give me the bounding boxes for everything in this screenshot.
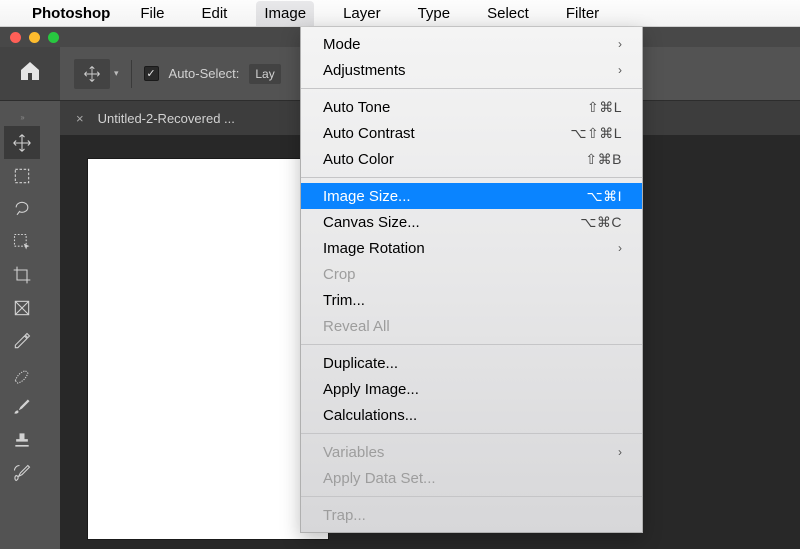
marquee-tool-icon[interactable] (4, 159, 40, 192)
submenu-arrow-icon: › (618, 241, 622, 255)
menu-item-crop: Crop (301, 261, 642, 287)
menu-item-adjustments[interactable]: Adjustments› (301, 57, 642, 83)
home-icon[interactable] (18, 59, 42, 88)
zoom-window-icon[interactable] (48, 32, 59, 43)
menu-item-apply-image[interactable]: Apply Image... (301, 376, 642, 402)
menu-separator (301, 344, 642, 345)
close-tab-icon[interactable]: × (76, 111, 84, 126)
menu-separator (301, 177, 642, 178)
menu-item-label: Auto Tone (323, 99, 587, 116)
document-tab[interactable]: × Untitled-2-Recovered ... (76, 111, 235, 126)
quick-select-tool-icon[interactable] (4, 225, 40, 258)
menu-item-label: Canvas Size... (323, 214, 580, 231)
menu-item-mode[interactable]: Mode› (301, 31, 642, 57)
menu-item-shortcut: ⌥⌘I (586, 188, 622, 205)
menu-item-apply-data-set: Apply Data Set... (301, 465, 642, 491)
menubar-item-edit[interactable]: Edit (194, 1, 236, 26)
menu-item-calculations[interactable]: Calculations... (301, 402, 642, 428)
close-window-icon[interactable] (10, 32, 21, 43)
tools-panel: ›› (0, 101, 44, 489)
menu-item-auto-tone[interactable]: Auto Tone⇧⌘L (301, 94, 642, 120)
submenu-arrow-icon: › (618, 63, 622, 77)
menu-item-label: Trap... (323, 507, 622, 524)
menu-item-auto-contrast[interactable]: Auto Contrast⌥⇧⌘L (301, 120, 642, 146)
lasso-tool-icon[interactable] (4, 192, 40, 225)
stamp-tool-icon[interactable] (4, 423, 40, 456)
menu-separator (301, 433, 642, 434)
brush-tool-icon[interactable] (4, 390, 40, 423)
menu-item-label: Apply Image... (323, 381, 622, 398)
submenu-arrow-icon: › (618, 445, 622, 459)
menu-item-label: Mode (323, 36, 618, 53)
menu-item-trap: Trap... (301, 502, 642, 528)
submenu-arrow-icon: › (618, 37, 622, 51)
menu-item-shortcut: ⇧⌘L (587, 99, 622, 116)
panel-grip-icon[interactable]: ›› (16, 107, 28, 126)
healing-brush-tool-icon[interactable] (4, 357, 40, 390)
menu-item-label: Adjustments (323, 62, 618, 79)
menu-item-label: Crop (323, 266, 622, 283)
menu-item-duplicate[interactable]: Duplicate... (301, 350, 642, 376)
menubar-item-select[interactable]: Select (479, 1, 537, 26)
menubar-item-layer[interactable]: Layer (335, 1, 389, 26)
menu-item-canvas-size[interactable]: Canvas Size...⌥⌘C (301, 209, 642, 235)
menu-item-variables: Variables› (301, 439, 642, 465)
menu-item-label: Auto Contrast (323, 125, 570, 142)
move-tool-icon[interactable] (4, 126, 40, 159)
menu-item-reveal-all: Reveal All (301, 313, 642, 339)
eyedropper-tool-icon[interactable] (4, 324, 40, 357)
crop-tool-icon[interactable] (4, 258, 40, 291)
tool-preset-chevron-icon[interactable]: ▾ (114, 68, 119, 79)
menubar-item-image[interactable]: Image (256, 1, 314, 26)
auto-select-checkbox[interactable]: ✓ (144, 66, 159, 81)
menubar-item-file[interactable]: File (132, 1, 172, 26)
menu-item-shortcut: ⌥⌘C (580, 214, 622, 231)
document-tab-title: Untitled-2-Recovered ... (98, 111, 235, 126)
menu-item-label: Variables (323, 444, 618, 461)
menu-item-label: Trim... (323, 292, 622, 309)
menubar-item-type[interactable]: Type (410, 1, 459, 26)
image-menu-dropdown: Mode›Adjustments›Auto Tone⇧⌘LAuto Contra… (300, 27, 643, 533)
auto-select-target-dropdown[interactable]: Lay (249, 64, 280, 84)
menu-item-image-rotation[interactable]: Image Rotation› (301, 235, 642, 261)
menu-separator (301, 496, 642, 497)
menu-item-trim[interactable]: Trim... (301, 287, 642, 313)
menu-item-label: Calculations... (323, 407, 622, 424)
history-brush-tool-icon[interactable] (4, 456, 40, 489)
menu-item-label: Auto Color (323, 151, 585, 168)
menubar-item-filter[interactable]: Filter (558, 1, 607, 26)
app-name[interactable]: Photoshop (32, 5, 110, 22)
options-current-tool-icon[interactable] (74, 59, 110, 89)
menu-item-shortcut: ⇧⌘B (585, 151, 622, 168)
menu-item-label: Reveal All (323, 318, 622, 335)
auto-select-label: Auto-Select: (169, 66, 240, 81)
minimize-window-icon[interactable] (29, 32, 40, 43)
menu-item-shortcut: ⌥⇧⌘L (570, 125, 622, 142)
frame-tool-icon[interactable] (4, 291, 40, 324)
menu-item-label: Image Size... (323, 188, 586, 205)
menu-item-auto-color[interactable]: Auto Color⇧⌘B (301, 146, 642, 172)
document-canvas[interactable] (88, 159, 328, 539)
menu-item-label: Duplicate... (323, 355, 622, 372)
macos-menubar: Photoshop File Edit Image Layer Type Sel… (0, 0, 800, 27)
menu-separator (301, 88, 642, 89)
divider (131, 60, 132, 88)
menu-item-label: Image Rotation (323, 240, 618, 257)
menu-item-label: Apply Data Set... (323, 470, 622, 487)
menu-item-image-size[interactable]: Image Size...⌥⌘I (301, 183, 642, 209)
